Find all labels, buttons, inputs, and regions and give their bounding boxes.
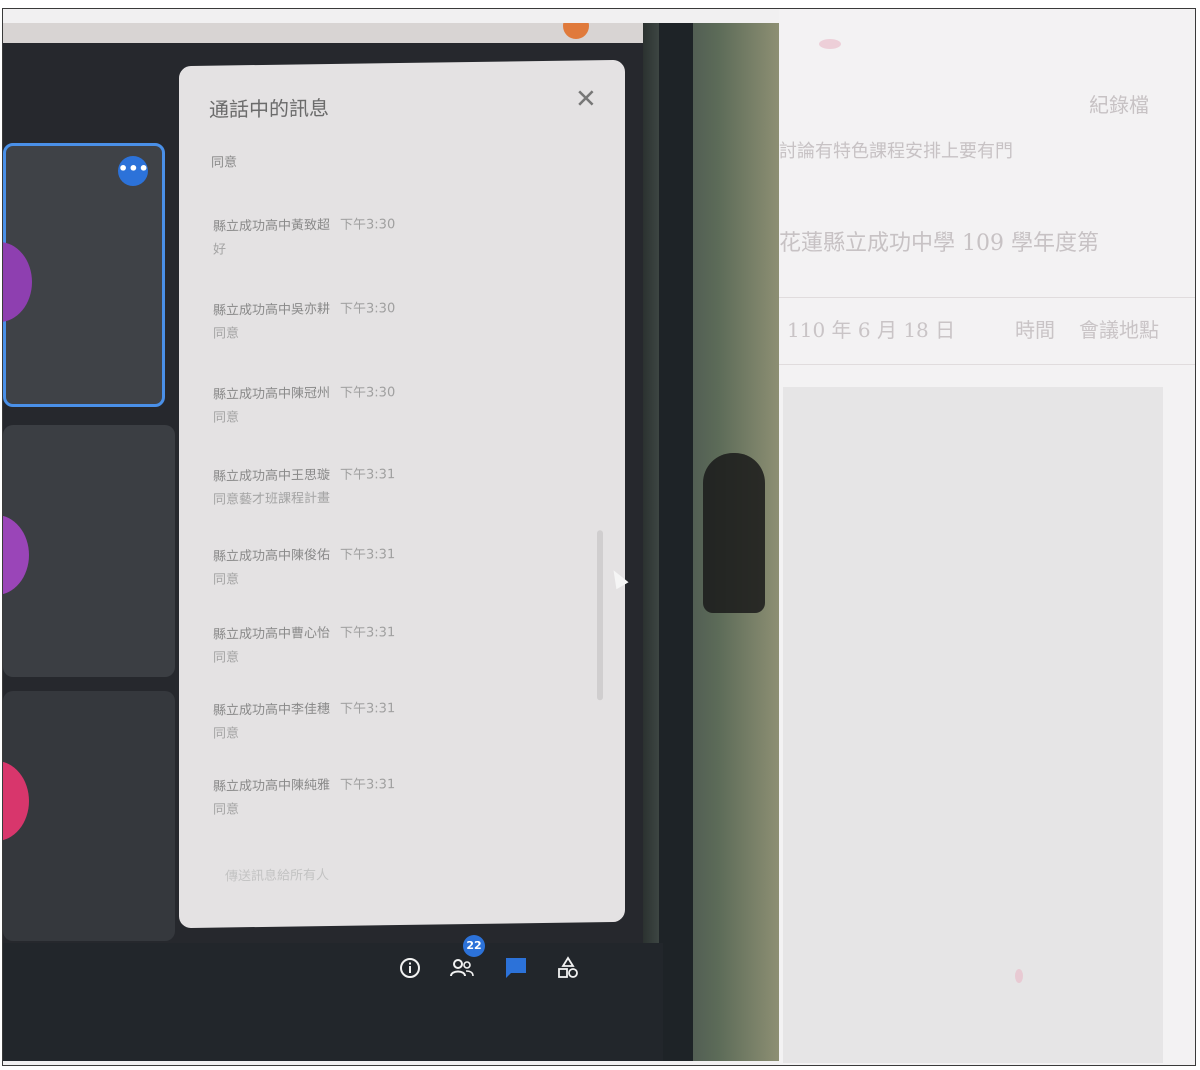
chat-message: 縣立成功高中曹心怡 下午3:31 同意 bbox=[213, 618, 593, 666]
participant-tile[interactable] bbox=[3, 425, 175, 677]
document-heading: 花蓮縣立成功中學 109 學年度第 bbox=[779, 231, 1099, 256]
avatar bbox=[3, 242, 32, 322]
message-text: 同意 bbox=[213, 726, 240, 742]
message-text: 同意 bbox=[211, 155, 238, 171]
message-text: 同意 bbox=[213, 410, 240, 426]
chat-message: 縣立成功高中黃致超 下午3:30 好 bbox=[213, 210, 593, 258]
participant-tile[interactable]: ••• bbox=[3, 143, 165, 407]
message-time: 下午3:30 bbox=[340, 385, 396, 401]
scanned-photo-frame: ••• 通話中的訊息 ✕ 同意 縣立成功高中黃致超 下午3:30 好 縣立成功高中… bbox=[2, 8, 1196, 1066]
avatar bbox=[3, 515, 29, 595]
message-text: 同意 bbox=[213, 802, 240, 818]
document-photo-area bbox=[783, 387, 1163, 1063]
scrollbar[interactable] bbox=[597, 530, 603, 701]
chat-message: 縣立成功高中吳亦耕 下午3:30 同意 bbox=[213, 294, 593, 342]
message-input[interactable]: 傳送訊息給所有人 bbox=[225, 864, 329, 884]
message-time: 下午3:30 bbox=[340, 217, 396, 233]
message-sender: 縣立成功高中陳純雅 bbox=[213, 778, 331, 795]
message-time: 下午3:31 bbox=[340, 547, 396, 563]
message-sender: 縣立成功高中黃致超 bbox=[213, 218, 331, 235]
participants-count-badge: 22 bbox=[463, 935, 485, 957]
people-icon[interactable] bbox=[449, 955, 475, 981]
message-time: 下午3:31 bbox=[340, 467, 396, 483]
message-text: 同意 bbox=[213, 326, 240, 342]
message-sender: 縣立成功高中吳亦耕 bbox=[213, 302, 331, 319]
message-time: 下午3:30 bbox=[340, 301, 396, 317]
cable-object bbox=[703, 453, 765, 613]
message-text: 好 bbox=[213, 242, 227, 258]
message-sender: 縣立成功高中曹心怡 bbox=[213, 626, 331, 643]
chat-message: 縣立成功高中王思璇 下午3:31 同意藝才班課程計畫 bbox=[213, 460, 593, 508]
table-cell: 時間 bbox=[1015, 318, 1055, 342]
document-text: 討論有特色課程安排上要有門 bbox=[779, 141, 1013, 162]
chat-message: 縣立成功高中陳冠州 下午3:30 同意 bbox=[213, 378, 593, 426]
meeting-screen-photo: ••• 通話中的訊息 ✕ 同意 縣立成功高中黃致超 下午3:30 好 縣立成功高中… bbox=[3, 23, 779, 1061]
scanned-document: 紀錄檔 討論有特色課程安排上要有門 花蓮縣立成功中學 109 學年度第 110 … bbox=[779, 9, 1195, 1065]
ink-stain bbox=[819, 39, 841, 49]
avatar bbox=[3, 761, 29, 841]
message-text: 同意 bbox=[213, 650, 240, 666]
message-sender: 縣立成功高中王思璇 bbox=[213, 468, 331, 485]
close-icon[interactable]: ✕ bbox=[575, 84, 597, 114]
message-time: 下午3:31 bbox=[340, 777, 396, 793]
activities-icon[interactable] bbox=[555, 955, 581, 981]
chat-message: 縣立成功高中陳純雅 下午3:31 同意 bbox=[213, 770, 593, 818]
message-time: 下午3:31 bbox=[340, 625, 396, 641]
browser-top-strip bbox=[3, 23, 643, 43]
message-sender: 縣立成功高中李佳穗 bbox=[213, 702, 331, 719]
message-sender: 縣立成功高中陳俊佑 bbox=[213, 548, 331, 565]
table-cell: 110 年 6 月 18 日 bbox=[787, 318, 956, 342]
message-time: 下午3:31 bbox=[340, 701, 396, 717]
info-icon[interactable] bbox=[397, 955, 423, 981]
in-call-messages-panel: 通話中的訊息 ✕ 同意 縣立成功高中黃致超 下午3:30 好 縣立成功高中吳亦耕下… bbox=[179, 59, 625, 929]
monitor-bezel bbox=[659, 23, 693, 1061]
chat-icon[interactable] bbox=[503, 955, 529, 981]
message-sender: 縣立成功高中陳冠州 bbox=[213, 386, 331, 403]
participant-tile[interactable] bbox=[3, 691, 175, 941]
ink-stain bbox=[1015, 969, 1023, 983]
message-text: 同意藝才班課程計畫 bbox=[213, 491, 331, 508]
chat-message: 縣立成功高中李佳穗 下午3:31 同意 bbox=[213, 694, 593, 742]
document-table: 110 年 6 月 18 日 時間 會議地點 bbox=[779, 297, 1195, 365]
panel-title: 通話中的訊息 bbox=[209, 96, 329, 122]
table-cell: 會議地點 bbox=[1079, 318, 1159, 342]
document-text: 紀錄檔 bbox=[1089, 93, 1149, 117]
more-options-icon[interactable]: ••• bbox=[118, 156, 149, 186]
message-text: 同意 bbox=[213, 572, 240, 588]
chat-message: 縣立成功高中陳俊佑 下午3:31 同意 bbox=[213, 540, 593, 588]
